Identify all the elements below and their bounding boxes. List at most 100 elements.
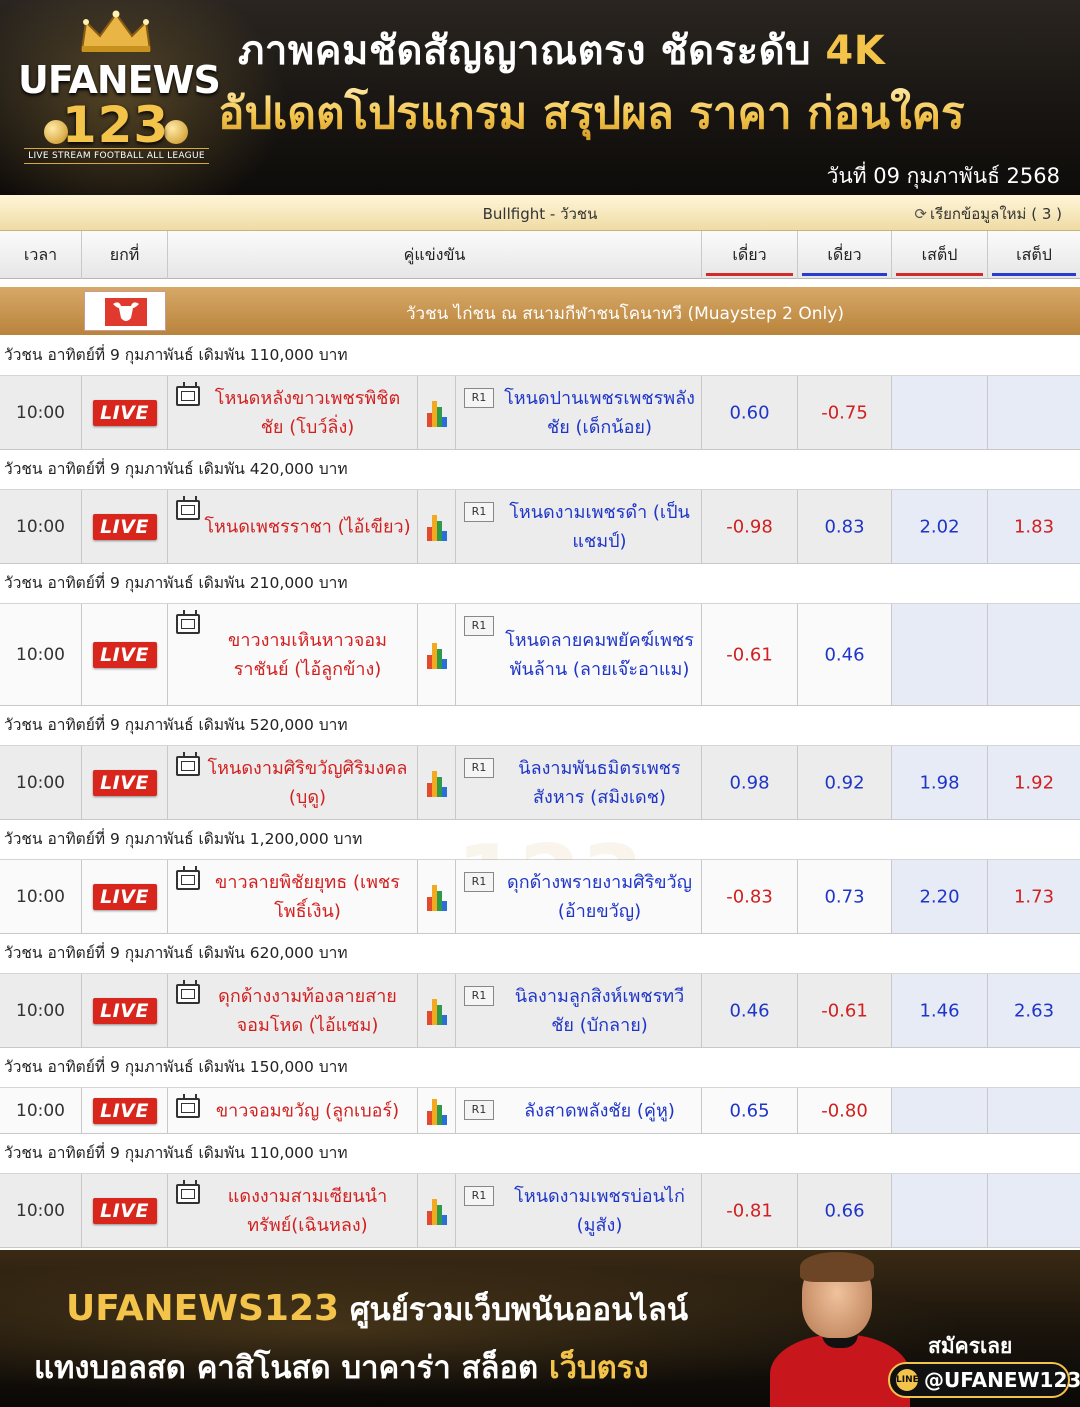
odds-value: -0.81	[726, 1200, 773, 1221]
away-team-cell: R1 นิลงามลูกสิงห์เพชรทวีชัย (บักลาย)	[456, 974, 702, 1047]
odds-cell-2[interactable]: 0.46	[798, 604, 892, 705]
odds-cell-2[interactable]: -0.80	[798, 1088, 892, 1133]
odds-cell-2[interactable]: -0.75	[798, 376, 892, 449]
chart-icon[interactable]	[426, 1197, 447, 1225]
live-button[interactable]: LIVE	[92, 1097, 157, 1124]
live-button[interactable]: LIVE	[92, 399, 157, 426]
tv-icon[interactable]	[176, 614, 200, 634]
home-team-name[interactable]: ขาวงามเหินหาวจอมราชันย์ (ไอ้ลูกข้าง)	[204, 626, 411, 684]
chart-icon[interactable]	[426, 1097, 447, 1125]
tv-icon[interactable]	[176, 1098, 200, 1118]
away-team-name[interactable]: โหนดงามเพชรบ่อนไก่ (มูสัง)	[504, 1182, 695, 1240]
home-team-cell: แดงงามสามเซียนนำทรัพย์(เฉินหลง)	[168, 1174, 418, 1247]
live-button[interactable]: LIVE	[92, 641, 157, 668]
match-time: 10:00	[0, 746, 82, 819]
odds-cell-2[interactable]: 0.73	[798, 860, 892, 933]
odds-cell-3[interactable]: 2.02	[892, 490, 988, 563]
headline-secondary: อัปเดตโปรแกรม สรุปผล ราคา ก่อนใคร	[218, 78, 965, 148]
chart-icon[interactable]	[426, 769, 447, 797]
league-row[interactable]: วัวชน ไก่ชน ณ สนามกีฬาชนโคนาทวี (Muayste…	[0, 287, 1080, 335]
odds-cell-1[interactable]: -0.61	[702, 604, 798, 705]
line-id-button[interactable]: LINE @UFANEW123	[888, 1362, 1080, 1398]
match-row[interactable]: 10:00 LIVE แดงงามสามเซียนนำทรัพย์(เฉินหลง)…	[0, 1174, 1080, 1248]
odds-cell-2[interactable]: 0.66	[798, 1174, 892, 1247]
home-team-name[interactable]: โหนดเพชรราชา (ไอ้เขียว)	[204, 512, 411, 541]
tv-icon[interactable]	[176, 870, 200, 890]
odds-value: 1.83	[1013, 516, 1055, 537]
match-time-text: 10:00	[16, 1100, 65, 1121]
chart-icon[interactable]	[426, 513, 447, 541]
tv-icon[interactable]	[176, 386, 200, 406]
live-button[interactable]: LIVE	[92, 513, 157, 540]
match-row[interactable]: 10:00 LIVE ขาวลายพิชัยยุทธ (เพชรโพธิ์เงิน)…	[0, 860, 1080, 934]
odds-cell-3[interactable]: 1.98	[892, 746, 988, 819]
reload-button[interactable]: ⟳ เรียกข้อมูลใหม่ ( 3 )	[914, 202, 1062, 226]
match-subheader: วัวชน อาทิตย์ที่ 9 กุมภาพันธ์ เดิมพัน 52…	[0, 706, 1080, 746]
away-team-name[interactable]: นิลงามพันธมิตรเพชรสังหาร (สมิงเดช)	[504, 754, 695, 812]
home-team-cell: ดุกด้างงามท้องลายสายจอมโหด (ไอ้แซม)	[168, 974, 418, 1047]
match-row[interactable]: 10:00 LIVE โหนดหลังขาวเพชรพิชิตชัย (โบว์ลิ…	[0, 376, 1080, 450]
chart-icon[interactable]	[426, 883, 447, 911]
match-time-text: 10:00	[16, 402, 65, 423]
odds-cell-3[interactable]: 2.20	[892, 860, 988, 933]
match-row[interactable]: 10:00 LIVE โหนดเพชรราชา (ไอ้เขียว) R1 โหนดงา…	[0, 490, 1080, 564]
match-row[interactable]: 10:00 LIVE ดุกด้างงามท้องลายสายจอมโหด (ไอ้…	[0, 974, 1080, 1048]
odds-cell-1[interactable]: -0.98	[702, 490, 798, 563]
live-button[interactable]: LIVE	[92, 883, 157, 910]
odds-value: 0.60	[729, 402, 770, 423]
odds-cell-4[interactable]: 1.73	[988, 860, 1080, 933]
home-team-name[interactable]: โหนดงามศิริขวัญศิริมงคล (บุดู)	[204, 754, 411, 812]
odds-cell-1[interactable]: 0.60	[702, 376, 798, 449]
col-time: เวลา	[0, 231, 82, 279]
match-time: 10:00	[0, 974, 82, 1047]
odds-cell-1[interactable]: 0.98	[702, 746, 798, 819]
match-row[interactable]: 10:00 LIVE ขาวจอมขวัญ (ลูกเบอร์) R1 ลังสาดพล…	[0, 1088, 1080, 1134]
match-row[interactable]: 10:00 LIVE ขาวงามเหินหาวจอมราชันย์ (ไอ้ลูก…	[0, 604, 1080, 706]
chart-icon[interactable]	[426, 641, 447, 669]
tv-icon[interactable]	[176, 500, 200, 520]
site-logo[interactable]: UFANEWS 123 LIVE STREAM FOOTBALL ALL LEA…	[18, 8, 221, 188]
tv-icon[interactable]	[176, 1184, 200, 1204]
tv-icon[interactable]	[176, 756, 200, 776]
odds-value: 0.98	[729, 772, 770, 793]
home-team-name[interactable]: ขาวจอมขวัญ (ลูกเบอร์)	[204, 1096, 411, 1125]
home-team-name[interactable]: แดงงามสามเซียนนำทรัพย์(เฉินหลง)	[204, 1182, 411, 1240]
odds-cell-4[interactable]: 2.63	[988, 974, 1080, 1047]
match-subheader: วัวชน อาทิตย์ที่ 9 กุมภาพันธ์ เดิมพัน 11…	[0, 1134, 1080, 1174]
home-team-name[interactable]: ขาวลายพิชัยยุทธ (เพชรโพธิ์เงิน)	[204, 868, 411, 926]
away-team-name[interactable]: โหนดลายคมพยัคฆ์เพชรพันล้าน (ลายเจ๊ะอาแม)	[504, 626, 695, 684]
odds-cell-4[interactable]: 1.92	[988, 746, 1080, 819]
chart-icon[interactable]	[426, 997, 447, 1025]
away-team-name[interactable]: โหนดปานเพชรเพชรพลังชัย (เด็กน้อย)	[504, 384, 695, 442]
away-team-name[interactable]: ลังสาดพลังชัย (คู่หู)	[504, 1096, 695, 1125]
chart-icon[interactable]	[426, 399, 447, 427]
stats-cell	[418, 376, 456, 449]
home-team-name[interactable]: โหนดหลังขาวเพชรพิชิตชัย (โบว์ลิ่ง)	[204, 384, 411, 442]
odds-cell-2[interactable]: 0.92	[798, 746, 892, 819]
col-odd-step-1: เสต็ป	[892, 231, 988, 279]
odds-cell-1[interactable]: 0.46	[702, 974, 798, 1047]
odds-cell-2[interactable]: 0.83	[798, 490, 892, 563]
live-button[interactable]: LIVE	[92, 1197, 157, 1224]
live-button[interactable]: LIVE	[92, 769, 157, 796]
odds-cell-3	[892, 1088, 988, 1133]
home-team-name[interactable]: ดุกด้างงามท้องลายสายจอมโหด (ไอ้แซม)	[204, 982, 411, 1040]
odds-cell-1[interactable]: -0.83	[702, 860, 798, 933]
odds-cell-4[interactable]: 1.83	[988, 490, 1080, 563]
away-team-name[interactable]: นิลงามลูกสิงห์เพชรทวีชัย (บักลาย)	[504, 982, 695, 1040]
bull-flag-icon	[84, 291, 166, 331]
col-odd-single-1: เดี่ยว	[702, 231, 798, 279]
tv-icon[interactable]	[176, 984, 200, 1004]
odds-cell-3[interactable]: 1.46	[892, 974, 988, 1047]
odds-value: 0.92	[824, 772, 865, 793]
home-team-cell: ขาวลายพิชัยยุทธ (เพชรโพธิ์เงิน)	[168, 860, 418, 933]
match-time: 10:00	[0, 376, 82, 449]
round-badge: R1	[464, 616, 494, 636]
away-team-name[interactable]: ดุกด้างพรายงามศิริขวัญ (อ้ายขวัญ)	[504, 868, 695, 926]
live-button[interactable]: LIVE	[92, 997, 157, 1024]
odds-cell-2[interactable]: -0.61	[798, 974, 892, 1047]
odds-cell-1[interactable]: 0.65	[702, 1088, 798, 1133]
away-team-name[interactable]: โหนดงามเพชรดำ (เป็นแชมป์)	[504, 498, 695, 556]
odds-cell-1[interactable]: -0.81	[702, 1174, 798, 1247]
match-row[interactable]: 10:00 LIVE โหนดงามศิริขวัญศิริมงคล (บุดู) R…	[0, 746, 1080, 820]
